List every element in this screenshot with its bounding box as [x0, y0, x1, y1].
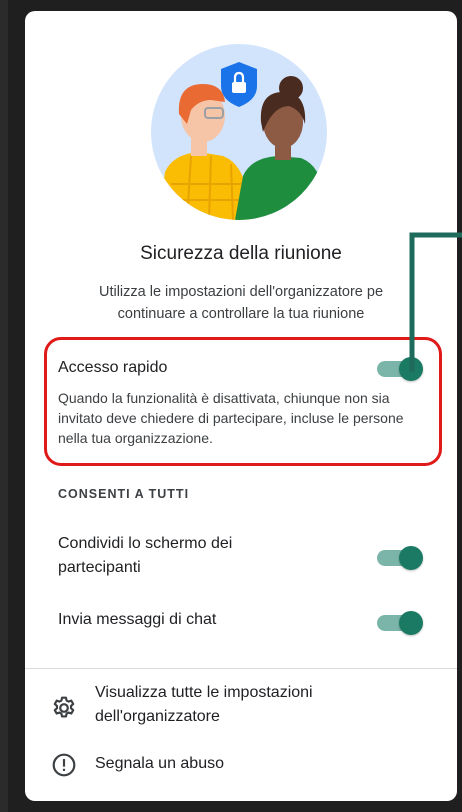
- chat-messages-label: Invia messaggi di chat: [58, 611, 217, 628]
- view-host-settings-label: Visualizza tutte le impostazioni dell'or…: [95, 684, 313, 725]
- quick-access-description: Quando la funzionalità è disattivata, ch…: [58, 390, 404, 446]
- chat-messages-toggle[interactable]: [375, 608, 423, 638]
- report-abuse-link[interactable]: Segnala un abuso: [25, 749, 457, 783]
- share-screen-toggle[interactable]: [375, 543, 423, 573]
- meeting-safety-panel: Sicurezza della riunione Utilizza le imp…: [25, 11, 457, 801]
- toggle-thumb: [399, 546, 423, 570]
- report-abuse-label: Segnala un abuso: [95, 755, 224, 772]
- alert-icon: [52, 753, 76, 777]
- allow-all-heading: CONSENTI A TUTTI: [58, 487, 190, 501]
- quick-access-label: Accesso rapido: [58, 359, 168, 376]
- view-host-settings-link[interactable]: Visualizza tutte le impostazioni dell'or…: [25, 681, 457, 737]
- toggle-thumb: [399, 611, 423, 635]
- panel-title: Sicurezza della riunione: [140, 243, 342, 264]
- window-edge: [0, 0, 8, 812]
- share-screen-label: Condividi lo schermo dei partecipanti: [58, 535, 233, 576]
- toggle-thumb: [399, 357, 423, 381]
- meeting-safety-illustration: [151, 44, 327, 220]
- gear-icon: [53, 696, 75, 718]
- divider: [25, 668, 457, 669]
- panel-subtitle: Utilizza le impostazioni dell'organizzat…: [98, 284, 384, 322]
- quick-access-toggle[interactable]: [375, 354, 423, 384]
